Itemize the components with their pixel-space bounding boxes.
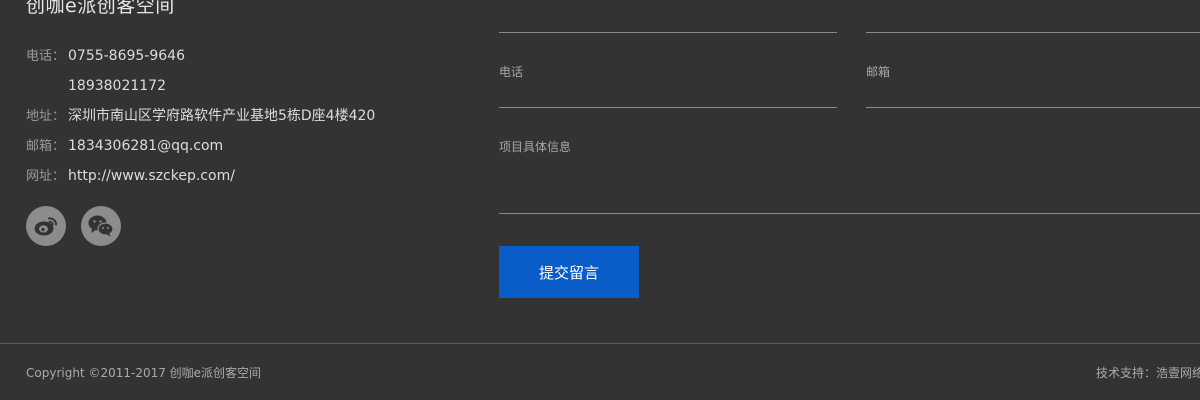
name-field-underline[interactable] bbox=[499, 32, 837, 33]
address-value: 深圳市南山区学府路软件产业基地5栋D座4楼420 bbox=[68, 108, 376, 124]
phone-label: 电话： bbox=[26, 49, 66, 64]
phone-field-label: 电话 bbox=[499, 65, 524, 79]
phone-field-underline[interactable] bbox=[499, 107, 837, 108]
contact-address-row: 地址： 深圳市南山区学府路软件产业基地5栋D座4楼420 bbox=[26, 106, 375, 127]
address-label: 地址： bbox=[26, 109, 66, 124]
details-field-label: 项目具体信息 bbox=[499, 140, 572, 154]
submit-button[interactable]: 提交留言 bbox=[499, 246, 639, 298]
email-label: 邮箱： bbox=[26, 139, 66, 154]
email-field-underline[interactable] bbox=[866, 107, 1200, 108]
contact-phone-row-2: 18938021172 bbox=[26, 76, 166, 96]
weibo-button[interactable] bbox=[26, 206, 66, 246]
phone-value-2: 18938021172 bbox=[68, 78, 166, 94]
company-field-underline[interactable] bbox=[866, 32, 1200, 33]
social-links bbox=[26, 206, 121, 246]
wechat-icon bbox=[88, 215, 114, 237]
company-name: 创咖e派创客空间 bbox=[26, 0, 175, 17]
contact-email-row: 邮箱： 1834306281@qq.com bbox=[26, 136, 223, 157]
contact-phone-row: 电话： 0755-8695-9646 bbox=[26, 46, 185, 67]
website-label: 网址： bbox=[26, 169, 66, 184]
email-field-label: 邮箱 bbox=[866, 65, 891, 79]
wechat-button[interactable] bbox=[81, 206, 121, 246]
weibo-icon bbox=[34, 217, 58, 236]
contact-website-row: 网址： http://www.szckep.com/ bbox=[26, 166, 235, 187]
footer-section: 创咖e派创客空间 电话： 0755-8695-9646 18938021172 地… bbox=[0, 0, 1200, 400]
footer-divider bbox=[0, 343, 1200, 344]
email-value: 1834306281@qq.com bbox=[68, 138, 224, 154]
details-field-underline[interactable] bbox=[499, 213, 1200, 214]
phone-value-1: 0755-8695-9646 bbox=[68, 48, 185, 64]
tech-support-text[interactable]: 技术支持：浩壹网络 bbox=[1096, 364, 1200, 381]
website-value[interactable]: http://www.szckep.com/ bbox=[68, 168, 235, 184]
copyright-text: Copyright ©2011-2017 创咖e派创客空间 bbox=[26, 366, 262, 380]
